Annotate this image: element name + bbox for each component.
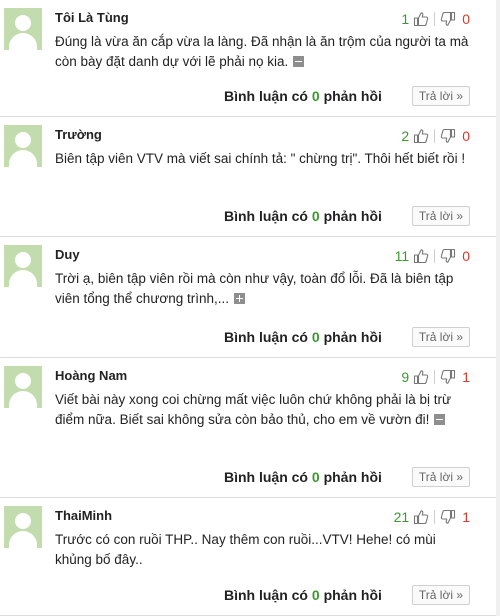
thumbs-down-icon[interactable] [440, 509, 456, 525]
comment-footer: Bình luận có 0 phản hồi Trả lời » [224, 86, 470, 106]
avatar [4, 245, 42, 287]
comment-text: Trước có con ruồi THP.. Nay thêm con ruồ… [55, 530, 475, 570]
reply-count-text: Bình luận có 0 phản hồi [223, 469, 382, 485]
comment-footer: Bình luận có 0 phản hồi Trả lời » [224, 585, 470, 605]
reply-count: 0 [311, 469, 320, 485]
scrollbar[interactable] [496, 0, 500, 616]
thumbs-down-icon[interactable] [440, 128, 456, 144]
vote-separator [434, 129, 436, 143]
comment-list: Tôi Là Tùng 1 0 Đúng là vừa ăn cắp vừa l… [0, 0, 500, 616]
dislike-count: 0 [462, 128, 470, 144]
comment-item: Duy 11 0 Trời ạ, biên tập viên rồi mà cò… [0, 237, 500, 358]
thumbs-up-icon[interactable] [413, 509, 429, 525]
dislike-count: 1 [462, 509, 470, 525]
reply-button[interactable]: Trả lời » [411, 467, 470, 487]
reply-count-text: Bình luận có 0 phản hồi [223, 208, 382, 224]
reply-button[interactable]: Trả lời » [411, 86, 470, 106]
comment-item: Hoàng Nam 9 1 Viết bài này xong coi chừn… [0, 358, 500, 498]
comment-body: Trước có con ruồi THP.. Nay thêm con ruồ… [55, 532, 436, 567]
comment-author: Trường [55, 127, 102, 142]
comment-item: Tôi Là Tùng 1 0 Đúng là vừa ăn cắp vừa l… [0, 0, 500, 117]
like-count: 1 [401, 11, 410, 27]
reply-button[interactable]: Trả lời » [411, 327, 470, 347]
vote-bar: 11 0 [395, 247, 470, 265]
comment-text: Đúng là vừa ăn cắp vừa la làng. Đã nhận … [55, 32, 475, 72]
thumbs-down-icon[interactable] [440, 248, 456, 264]
thumbs-up-icon[interactable] [413, 369, 429, 385]
like-count: 11 [394, 248, 410, 264]
avatar [4, 366, 42, 408]
comment-author: Hoàng Nam [55, 368, 128, 383]
comment-text: Trời ạ, biên tập viên rồi mà còn như vậy… [55, 269, 475, 309]
comment-body: Viết bài này xong coi chừng mất việc luô… [55, 392, 452, 427]
dislike-count: 0 [462, 11, 470, 27]
reply-count: 0 [311, 208, 320, 224]
comment-author: Tôi Là Tùng [55, 10, 129, 25]
comment-item: ThaiMinh 21 1 Trước có con ruồi THP.. Na… [0, 498, 500, 616]
vote-separator [434, 510, 436, 524]
reply-count-text: Bình luận có 0 phản hồi [223, 329, 382, 345]
thumbs-down-icon[interactable] [440, 369, 456, 385]
dislike-count: 0 [462, 248, 470, 264]
expand-icon[interactable] [234, 293, 245, 304]
reply-count-text: Bình luận có 0 phản hồi [223, 587, 382, 603]
vote-separator [434, 370, 436, 384]
vote-bar: 2 0 [401, 127, 470, 145]
vote-separator [434, 249, 436, 263]
dislike-count: 1 [462, 369, 470, 385]
comment-footer: Bình luận có 0 phản hồi Trả lời » [224, 327, 470, 347]
like-count: 2 [401, 128, 410, 144]
collapse-icon[interactable] [293, 56, 305, 67]
comment-body: Trời ạ, biên tập viên rồi mà còn như vậy… [55, 271, 454, 306]
reply-count-text: Bình luận có 0 phản hồi [223, 88, 382, 104]
avatar [4, 506, 42, 548]
avatar [4, 125, 42, 167]
vote-separator [434, 12, 436, 26]
comment-item: Trường 2 0 Biên tập viên VTV mà viết sai… [0, 117, 500, 237]
avatar [4, 8, 42, 50]
thumbs-up-icon[interactable] [413, 128, 429, 144]
reply-count: 0 [311, 587, 320, 603]
comment-footer: Bình luận có 0 phản hồi Trả lời » [224, 206, 470, 226]
comment-footer: Bình luận có 0 phản hồi Trả lời » [224, 467, 470, 487]
reply-button[interactable]: Trả lời » [411, 206, 470, 226]
reply-button[interactable]: Trả lời » [411, 585, 470, 605]
comment-author: ThaiMinh [55, 508, 113, 523]
thumbs-up-icon[interactable] [413, 11, 429, 27]
comment-body: Biên tập viên VTV mà viết sai chính tả: … [55, 151, 466, 166]
comment-body: Đúng là vừa ăn cắp vừa la làng. Đã nhận … [55, 34, 469, 69]
like-count: 9 [401, 369, 410, 385]
comment-text: Biên tập viên VTV mà viết sai chính tả: … [55, 149, 475, 169]
thumbs-down-icon[interactable] [440, 11, 456, 27]
vote-bar: 21 1 [394, 508, 470, 526]
reply-count: 0 [311, 88, 320, 104]
comment-text: Viết bài này xong coi chừng mất việc luô… [55, 390, 475, 430]
like-count: 21 [393, 509, 410, 525]
collapse-icon[interactable] [434, 414, 446, 425]
vote-bar: 1 0 [401, 10, 470, 28]
comment-author: Duy [55, 247, 80, 262]
vote-bar: 9 1 [401, 368, 470, 386]
reply-count: 0 [311, 329, 320, 345]
thumbs-up-icon[interactable] [413, 248, 429, 264]
